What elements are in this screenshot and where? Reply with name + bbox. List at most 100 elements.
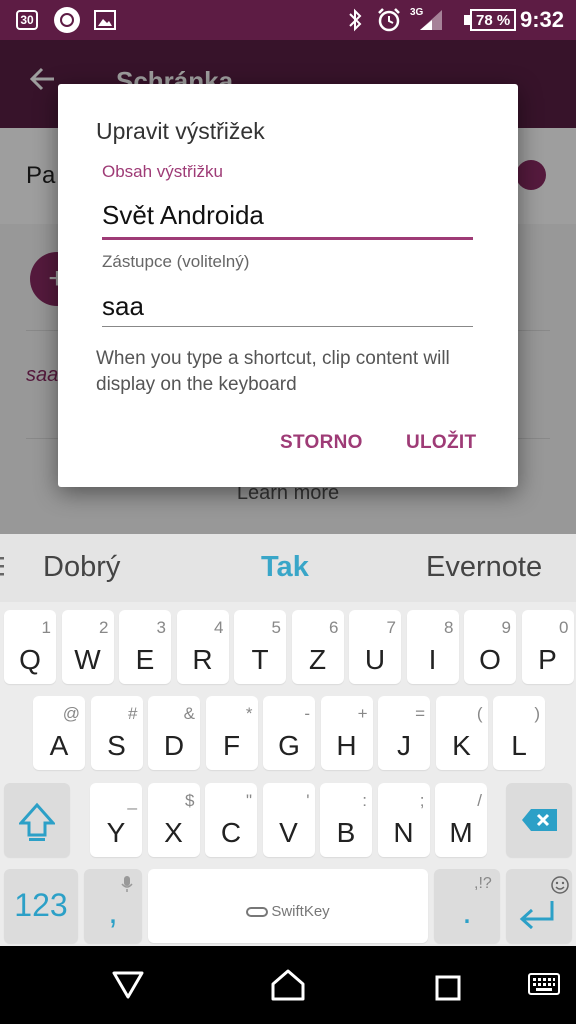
- bluetooth-icon: [346, 0, 364, 40]
- suggestion-center[interactable]: Tak: [261, 551, 309, 584]
- key-p[interactable]: 0P: [521, 610, 574, 684]
- key-b[interactable]: :B: [320, 783, 372, 857]
- key-hint: #: [128, 704, 138, 723]
- battery-icon: 78 %: [462, 0, 517, 40]
- key-n[interactable]: ; N: [377, 783, 430, 857]
- key-t[interactable]: 5T: [234, 610, 286, 684]
- key-hint: ": [245, 791, 252, 810]
- key-y[interactable]: _ Y: [90, 783, 142, 857]
- key-m[interactable]: / M: [435, 783, 487, 857]
- recents-nav-icon[interactable]: [434, 974, 464, 1002]
- key-f[interactable]: * F: [205, 696, 258, 770]
- status-bar: 30 3G 78 % 9:32: [0, 0, 576, 40]
- swiftkey-logo: SwiftKey: [148, 903, 428, 920]
- backspace-key[interactable]: [506, 783, 572, 857]
- key-label: T: [251, 644, 269, 675]
- key-hint: 3: [156, 618, 166, 637]
- key-a[interactable]: @ A: [33, 696, 85, 770]
- suggestion-left[interactable]: Dobrý: [43, 551, 120, 584]
- suggestion-right[interactable]: Evernote: [426, 551, 542, 584]
- shift-arrow-icon: [19, 802, 55, 841]
- save-button[interactable]: ULOŽIT: [406, 432, 476, 454]
- comma-key[interactable]: ,: [84, 869, 142, 943]
- signal-icon: [418, 0, 444, 40]
- key-label: R: [192, 644, 213, 675]
- key-j[interactable]: = J: [378, 696, 430, 770]
- clock: 9:32: [520, 7, 565, 32]
- backspace-icon: [522, 809, 557, 831]
- back-nav-icon[interactable]: [111, 970, 145, 1000]
- numbers-key[interactable]: 123: [4, 869, 78, 943]
- content-input-underline: [102, 237, 473, 240]
- key-hint: &: [183, 704, 195, 723]
- comma-key-label: ,: [108, 893, 118, 931]
- key-hint: :: [362, 791, 367, 810]
- key-label: W: [74, 644, 101, 675]
- calendar-day: 30: [16, 10, 38, 30]
- shortcut-input[interactable]: saa: [102, 291, 144, 322]
- key-label: J: [397, 730, 411, 761]
- suggestion-bar: Dobrý Tak Evernote: [0, 534, 576, 602]
- keyboard-switch-icon[interactable]: [527, 972, 561, 998]
- navigation-bar: [0, 946, 576, 1024]
- key-x[interactable]: $ X: [147, 783, 200, 857]
- space-key[interactable]: SwiftKey: [148, 869, 428, 943]
- key-hint: $: [185, 791, 195, 810]
- edit-clip-dialog: Upravit výstřižek Obsah výstřižku Svět A…: [58, 84, 518, 487]
- shift-key[interactable]: [4, 783, 70, 857]
- key-q[interactable]: 1Q: [4, 610, 56, 684]
- content-input[interactable]: Svět Androida: [102, 200, 264, 231]
- mi-notification-icon: [54, 0, 80, 40]
- key-c[interactable]: " C: [205, 783, 257, 857]
- enter-key[interactable]: [506, 869, 572, 943]
- key-w[interactable]: 2W: [61, 610, 114, 684]
- key-label: B: [336, 817, 356, 848]
- home-nav-icon[interactable]: [270, 968, 306, 1002]
- alarm-icon: [376, 0, 402, 40]
- key-u[interactable]: 7U: [349, 610, 401, 684]
- cancel-button[interactable]: STORNO: [280, 432, 363, 454]
- microphone-icon: [121, 876, 133, 892]
- key-h[interactable]: + H: [320, 696, 373, 770]
- key-label: Z: [308, 644, 327, 675]
- key-hint: 6: [329, 618, 339, 637]
- period-key-label: .: [462, 893, 472, 931]
- key-o[interactable]: 9O: [464, 610, 516, 684]
- key-d[interactable]: & D: [148, 696, 200, 770]
- key-i[interactable]: 8I: [406, 610, 459, 684]
- help-text: When you type a shortcut, clip content w…: [96, 348, 450, 395]
- key-hint: ': [306, 791, 310, 810]
- key-hint: 5: [271, 618, 281, 637]
- key-r[interactable]: 4R: [176, 610, 229, 684]
- key-k[interactable]: (K: [435, 696, 488, 770]
- key-hint: _: [127, 791, 137, 810]
- space-brand-label: SwiftKey: [271, 903, 330, 920]
- key-l[interactable]: ) L: [493, 696, 545, 770]
- key-hint: /: [477, 791, 482, 810]
- key-z[interactable]: 6Z: [291, 610, 344, 684]
- key-label: H: [336, 730, 357, 761]
- key-hint: +: [357, 704, 368, 723]
- key-label: F: [222, 730, 241, 761]
- shortcut-field-label: Zástupce (volitelný): [102, 252, 250, 271]
- period-key[interactable]: ,!? .: [434, 869, 500, 943]
- key-s[interactable]: # S: [90, 696, 143, 770]
- key-label: O: [479, 644, 501, 675]
- key-g[interactable]: -G: [263, 696, 315, 770]
- content-field-label: Obsah výstřižku: [102, 162, 223, 181]
- keyboard: 1Q2W3E4R5T6Z7U8I9O0P @ A # S & D * F - G + H = J(K) L …: [0, 602, 576, 946]
- numbers-key-label: 123: [14, 887, 68, 923]
- key-label: G: [278, 730, 300, 761]
- key-label: X: [164, 817, 183, 848]
- key-v[interactable]: ' V: [262, 783, 315, 857]
- key-hint: 4: [214, 618, 224, 637]
- key-e[interactable]: 3E: [119, 610, 171, 684]
- key-hint: 1: [41, 618, 51, 637]
- menu-handle-icon[interactable]: [0, 554, 8, 585]
- emoji-icon: [551, 876, 569, 894]
- key-hint: *: [245, 704, 253, 723]
- key-hint: ): [534, 704, 540, 723]
- battery-level: 78 %: [470, 9, 517, 31]
- key-hint: 0: [559, 618, 569, 637]
- key-label: L: [511, 730, 527, 761]
